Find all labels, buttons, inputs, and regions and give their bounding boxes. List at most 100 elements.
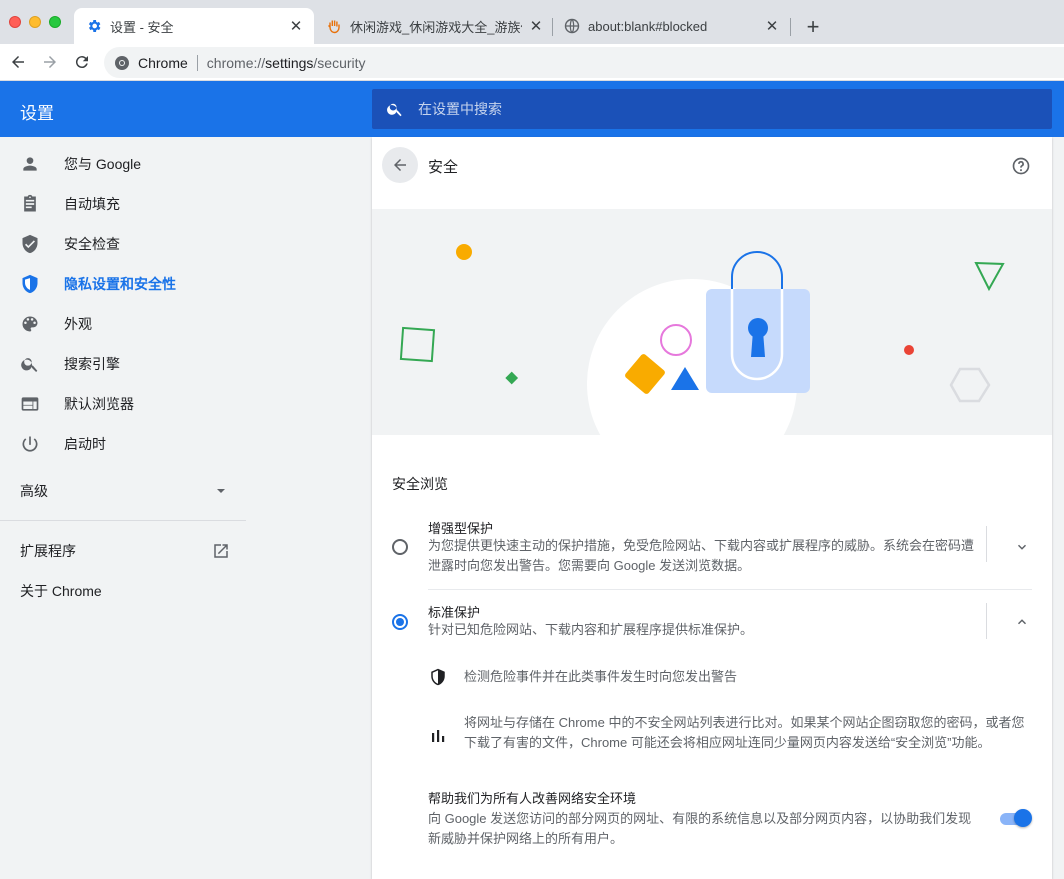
open-in-new-icon xyxy=(214,544,228,558)
settings-header: 设置 xyxy=(0,81,1064,137)
tab-title: 设置 - 安全 xyxy=(110,19,174,35)
sidebar-item-label: 外观 xyxy=(64,316,92,332)
security-page-card: 安全 安全浏览 增强型保护 为您提供更快速主动的保护措施，免受危险网站、下载内容… xyxy=(372,137,1052,879)
forward-button[interactable] xyxy=(40,52,60,72)
settings-search[interactable] xyxy=(372,89,1052,129)
sidebar-item-search-engine[interactable]: 搜索引擎 xyxy=(0,344,246,384)
sidebar-item-you-and-google[interactable]: 您与 Google xyxy=(0,144,246,184)
window-minimize-button[interactable] xyxy=(29,16,41,28)
improve-title: 帮助我们为所有人改善网络安全环境 xyxy=(428,791,637,806)
sidebar-item-label: 安全检查 xyxy=(64,236,120,252)
browser-icon xyxy=(20,394,40,414)
chevron-up-icon xyxy=(1017,619,1027,625)
arrow-left-icon xyxy=(394,159,406,171)
improve-description: 向 Google 发送您访问的部分网页的网址、有限的系统信息以及部分网页内容，以… xyxy=(428,811,972,846)
option-title: 标准保护 xyxy=(428,605,481,620)
tab-separator xyxy=(552,18,553,36)
dropdown-arrow-icon xyxy=(217,489,225,493)
chevron-down-icon xyxy=(1017,544,1027,550)
url-text: chrome://settings/security xyxy=(206,54,366,71)
clipboard-icon xyxy=(20,194,40,214)
sidebar-item-default-browser[interactable]: 默认浏览器 xyxy=(0,384,246,424)
palette-icon xyxy=(20,314,40,334)
help-icon xyxy=(1012,157,1030,175)
collapse-button[interactable] xyxy=(1012,612,1032,632)
security-illustration xyxy=(372,209,1052,435)
window-close-button[interactable] xyxy=(9,16,21,28)
option-enhanced-protection[interactable]: 增强型保护 为您提供更快速主动的保护措施，免受危险网站、下载内容或扩展程序的威胁… xyxy=(392,515,1032,581)
tab-strip: 设置 - 安全 ✕ 休闲游戏_休闲游戏大全_游族休闲 ✕ about:blank… xyxy=(0,0,1064,44)
sidebar-item-label: 启动时 xyxy=(64,436,106,452)
help-button[interactable] xyxy=(1010,155,1032,177)
option-divider xyxy=(428,589,1032,590)
sidebar-item-label: 隐私设置和安全性 xyxy=(64,276,176,292)
sidebar-item-label: 默认浏览器 xyxy=(64,396,134,412)
sidebar: 您与 Google 自动填充 安全检查 隐私设置和安全性 外观 搜索引擎 默认浏… xyxy=(0,137,372,879)
sidebar-item-privacy[interactable]: 隐私设置和安全性 xyxy=(0,264,246,304)
option-title: 增强型保护 xyxy=(428,521,494,536)
sidebar-item-extensions[interactable]: 扩展程序 xyxy=(20,539,230,563)
settings-title: 设置 xyxy=(20,104,54,123)
tab-settings[interactable]: 设置 - 安全 ✕ xyxy=(74,8,314,44)
gear-icon xyxy=(86,18,102,34)
sidebar-item-autofill[interactable]: 自动填充 xyxy=(0,184,246,224)
window-maximize-button[interactable] xyxy=(49,16,61,28)
search-icon xyxy=(387,103,402,117)
option-separator xyxy=(986,526,987,562)
tab-title: about:blank#blocked xyxy=(588,18,708,34)
option-standard-protection[interactable]: 标准保护 针对已知危险网站、下载内容和扩展程序提供标准保护。 xyxy=(392,603,1032,643)
globe-icon xyxy=(564,18,580,34)
sidebar-item-appearance[interactable]: 外观 xyxy=(0,304,246,344)
advanced-label: 高级 xyxy=(20,483,48,499)
new-tab-button[interactable]: + xyxy=(802,14,824,39)
expand-button[interactable] xyxy=(1012,537,1032,557)
hand-icon xyxy=(326,18,342,34)
sidebar-item-label: 搜索引擎 xyxy=(64,356,120,372)
arrow-right-icon xyxy=(44,56,56,68)
close-icon[interactable]: ✕ xyxy=(288,18,304,35)
sidebar-advanced[interactable]: 高级 xyxy=(20,479,226,503)
sidebar-item-about[interactable]: 关于 Chrome xyxy=(20,579,102,603)
sidebar-divider xyxy=(0,520,246,521)
search-icon xyxy=(20,354,40,374)
detail-text: 将网址与存储在 Chrome 中的不安全网站列表进行比对。如果某个网站企图窃取您… xyxy=(464,715,1025,750)
close-icon[interactable]: ✕ xyxy=(528,18,544,35)
sidebar-item-label: 您与 Google xyxy=(64,156,142,172)
about-label: 关于 Chrome xyxy=(20,583,102,599)
omnibox-divider xyxy=(196,54,198,71)
extensions-label: 扩展程序 xyxy=(20,543,76,559)
power-icon xyxy=(20,434,40,454)
chrome-icon xyxy=(115,55,129,70)
tab-games[interactable]: 休闲游戏_休闲游戏大全_游族休闲 ✕ xyxy=(314,8,554,44)
shield-check-icon xyxy=(20,234,40,254)
reload-button[interactable] xyxy=(72,52,92,72)
sidebar-item-label: 自动填充 xyxy=(64,196,120,212)
back-button[interactable] xyxy=(8,52,28,72)
sidebar-item-safety-check[interactable]: 安全检查 xyxy=(0,224,246,264)
option-separator xyxy=(986,603,987,639)
reload-icon xyxy=(75,56,88,69)
address-bar[interactable]: Chrome chrome://settings/security xyxy=(104,47,1064,78)
browser-toolbar: Chrome chrome://settings/security xyxy=(0,44,1064,81)
close-icon[interactable]: ✕ xyxy=(764,18,780,35)
improve-security-row[interactable]: 帮助我们为所有人改善网络安全环境 向 Google 发送您访问的部分网页的网址、… xyxy=(428,789,1032,849)
page-back-button[interactable] xyxy=(382,147,418,183)
lock-illustration xyxy=(399,244,1005,435)
bar-chart-icon xyxy=(428,725,448,745)
standard-protection-radio[interactable] xyxy=(392,614,408,630)
page-title: 安全 xyxy=(428,159,459,176)
tab-blank[interactable]: about:blank#blocked ✕ xyxy=(552,8,790,44)
arrow-left-icon xyxy=(12,56,24,68)
option-description: 针对已知危险网站、下载内容和扩展程序提供标准保护。 xyxy=(428,622,754,637)
tab-title: 休闲游戏_休闲游戏大全_游族休闲 xyxy=(350,19,522,35)
enhanced-protection-radio[interactable] xyxy=(392,539,408,555)
section-title: 安全浏览 xyxy=(392,476,448,492)
shield-icon xyxy=(20,274,40,294)
detail-text: 检测危险事件并在此类事件发生时向您发出警告 xyxy=(464,669,738,684)
improve-security-toggle[interactable] xyxy=(1000,809,1032,827)
person-icon xyxy=(20,154,40,174)
option-description: 为您提供更快速主动的保护措施，免受危险网站、下载内容或扩展程序的威胁。系统会在密… xyxy=(428,538,975,573)
sidebar-item-on-startup[interactable]: 启动时 xyxy=(0,424,246,464)
tab-separator xyxy=(790,18,791,36)
search-input[interactable] xyxy=(418,101,1018,117)
